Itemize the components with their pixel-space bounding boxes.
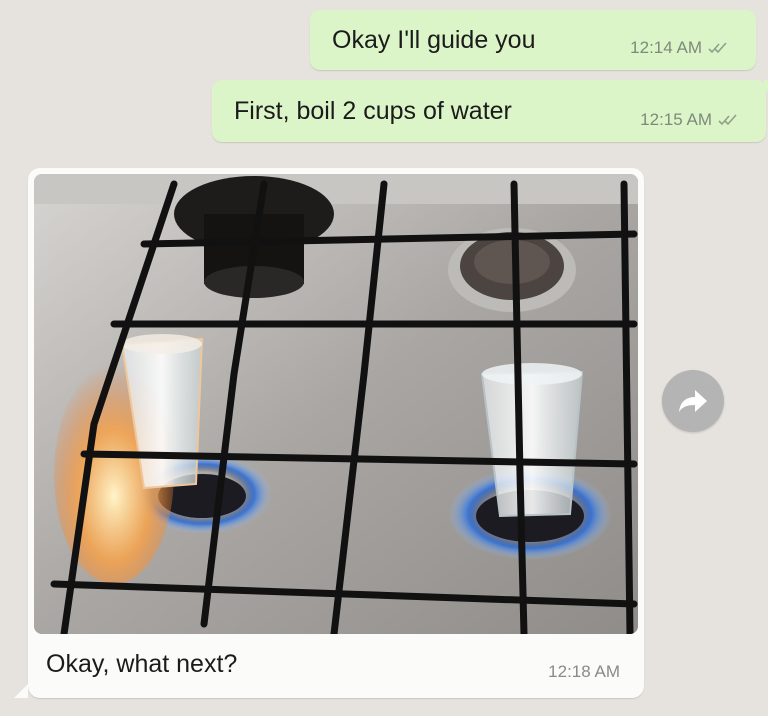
stove-photo-illustration	[34, 174, 638, 634]
message-text: Okay I'll guide you	[332, 25, 536, 54]
bubble-tail	[14, 684, 28, 698]
double-check-icon	[718, 114, 737, 126]
bubble-tail	[764, 80, 768, 94]
message-caption: Okay, what next?	[46, 650, 238, 678]
message-meta: 12:14 AM	[630, 38, 730, 58]
incoming-image-message[interactable]: Okay, what next? 12:18 AM	[14, 168, 644, 698]
stove-photo[interactable]	[34, 174, 638, 634]
message-meta: 12:15 AM	[640, 110, 740, 130]
forward-arrow-icon	[679, 390, 707, 412]
outgoing-message-1[interactable]: Okay I'll guide you 12:14 AM	[310, 10, 756, 70]
forward-button[interactable]	[662, 370, 724, 432]
message-text: First, boil 2 cups of water	[234, 96, 512, 125]
double-check-icon	[708, 42, 727, 54]
message-time: 12:15 AM	[640, 110, 712, 129]
message-time: 12:14 AM	[630, 38, 702, 57]
outgoing-message-2[interactable]: First, boil 2 cups of water 12:15 AM	[212, 80, 768, 142]
message-time: 12:18 AM	[548, 662, 620, 681]
